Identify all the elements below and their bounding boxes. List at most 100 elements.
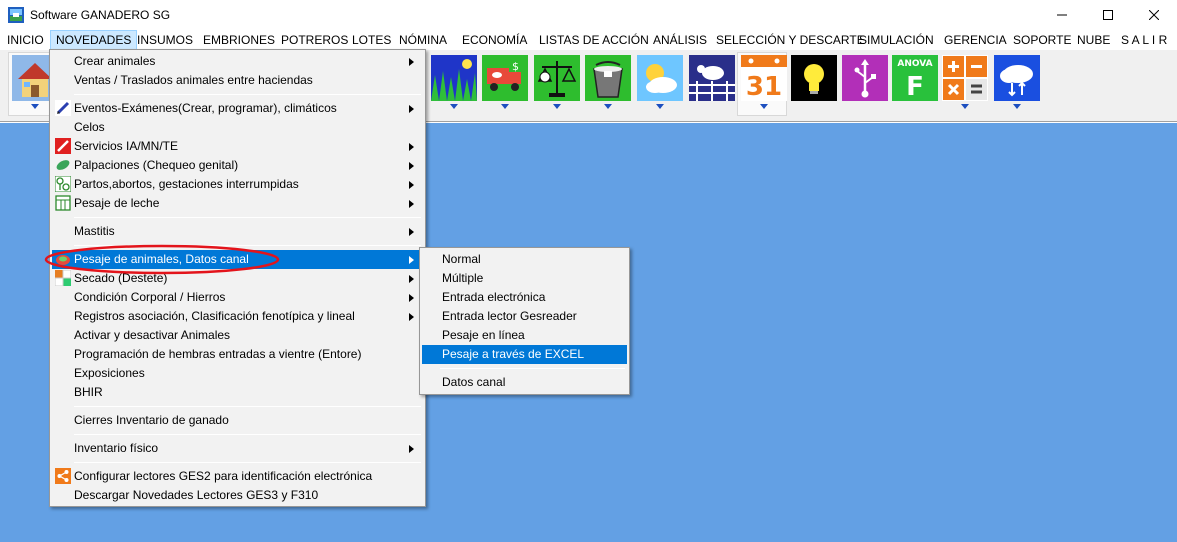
cow-scale-dropdown-arrow[interactable] (553, 104, 561, 110)
menu-economia[interactable]: ECONOMÍA (456, 30, 533, 50)
chevron-right-icon (409, 445, 414, 453)
menu-nomina[interactable]: NÓMINA (393, 30, 453, 50)
menu-item-activar-desactivar[interactable]: Activar y desactivar Animales (52, 326, 423, 345)
gender-symbols-icon (55, 176, 71, 192)
menu-inicio[interactable]: INICIO (1, 30, 50, 50)
chevron-right-icon (409, 275, 414, 283)
menu-item-programacion-hembras[interactable]: Programación de hembras entradas a vient… (52, 345, 423, 364)
menu-item-mastitis[interactable]: Mastitis (52, 222, 423, 241)
chevron-down-icon (553, 104, 561, 109)
syringe-icon (55, 138, 71, 154)
scale-weight-icon (56, 255, 70, 265)
submenu-item-multiple[interactable]: Múltiple (422, 269, 627, 288)
menu-item-condicion-corporal[interactable]: Condición Corporal / Hierros (52, 288, 423, 307)
calendar-button[interactable]: 31 (741, 55, 787, 101)
menu-listas-de-accion[interactable]: LISTAS DE ACCIÓN (533, 30, 655, 50)
menu-soporte[interactable]: SOPORTE (1007, 30, 1077, 50)
menu-bar: INICIO NOVEDADES INSUMOS EMBRIONES POTRE… (0, 30, 1177, 50)
usb-icon (842, 55, 888, 101)
house-dropdown-arrow[interactable] (31, 104, 39, 110)
weather-button[interactable] (637, 55, 683, 101)
menu-item-palpaciones[interactable]: Palpaciones (Chequeo genital) (52, 156, 423, 175)
menu-nube[interactable]: NUBE (1071, 30, 1116, 50)
chevron-right-icon (409, 200, 414, 208)
milk-table-icon (55, 195, 71, 211)
lightbulb-icon (791, 55, 837, 101)
chevron-down-icon (501, 104, 509, 109)
menu-item-configurar-lectores[interactable]: Configurar lectores GES2 para identifica… (52, 467, 423, 486)
menu-item-pesaje-leche[interactable]: Pesaje de leche (52, 194, 423, 213)
submenu-item-entrada-lector-gesreader[interactable]: Entrada lector Gesreader (422, 307, 627, 326)
menu-item-cierres-inventario[interactable]: Cierres Inventario de ganado (52, 411, 423, 430)
truck-money-button[interactable]: $ (482, 55, 528, 101)
menu-item-ventas-traslados[interactable]: Ventas / Traslados animales entre hacien… (52, 71, 423, 90)
grass-field-icon (431, 55, 477, 101)
weather-icon (637, 55, 683, 101)
menu-novedades[interactable]: NOVEDADES (50, 30, 138, 50)
menu-item-bhir[interactable]: BHIR (52, 383, 423, 402)
calculator-dropdown-arrow[interactable] (961, 104, 969, 110)
maximize-button[interactable] (1085, 0, 1131, 30)
submenu-item-entrada-electronica[interactable]: Entrada electrónica (422, 288, 627, 307)
menu-embriones[interactable]: EMBRIONES (197, 30, 281, 50)
pen-icon (55, 100, 71, 116)
chevron-down-icon (450, 104, 458, 109)
maximize-icon (1103, 10, 1113, 20)
weather-dropdown-arrow[interactable] (656, 104, 664, 110)
menu-seleccion-y-descarte[interactable]: SELECCIÓN Y DESCARTE (710, 30, 871, 50)
chevron-down-icon (656, 104, 664, 109)
cloud-sync-icon (994, 55, 1040, 101)
cow-pen-button[interactable] (689, 55, 735, 101)
menu-insumos[interactable]: INSUMOS (131, 30, 199, 50)
chevron-right-icon (409, 143, 414, 151)
anova-icon: ANOVA F (892, 55, 938, 101)
chevron-right-icon (409, 294, 414, 302)
grass-field-button[interactable] (431, 55, 477, 101)
menu-item-celos[interactable]: Celos (52, 118, 423, 137)
novedades-dropdown-menu: Crear animales Ventas / Traslados animal… (49, 49, 426, 507)
milk-bucket-button[interactable] (585, 55, 631, 101)
menu-item-partos-abortos[interactable]: Partos,abortos, gestaciones interrumpida… (52, 175, 423, 194)
menu-item-registros-asociacion[interactable]: Registros asociación, Clasificación feno… (52, 307, 423, 326)
menu-item-inventario-fisico[interactable]: Inventario físico (52, 439, 423, 458)
secado-destete-icon (55, 270, 71, 286)
menu-item-servicios[interactable]: Servicios IA/MN/TE (52, 137, 423, 156)
calendar-icon: 31 (741, 55, 787, 101)
svg-text:31: 31 (746, 72, 782, 101)
menu-gerencia[interactable]: GERENCIA (938, 30, 1013, 50)
anova-button[interactable]: ANOVA F (892, 55, 938, 101)
menu-item-descargar-novedades[interactable]: Descargar Novedades Lectores GES3 y F310 (52, 486, 423, 505)
menu-item-crear-animales[interactable]: Crear animales (52, 52, 423, 71)
minimize-icon (1057, 14, 1067, 16)
usb-button[interactable] (842, 55, 888, 101)
lightbulb-button[interactable] (791, 55, 837, 101)
calendar-dropdown-arrow[interactable] (760, 104, 768, 110)
menu-potreros[interactable]: POTREROS (275, 30, 354, 50)
cow-scale-button[interactable] (534, 55, 580, 101)
menu-salir[interactable]: S A L I R (1115, 30, 1173, 50)
submenu-item-pesaje-en-linea[interactable]: Pesaje en línea (422, 326, 627, 345)
calculator-button[interactable] (942, 55, 988, 101)
menu-simulacion[interactable]: SIMULACIÓN (853, 30, 940, 50)
cloud-sync-button[interactable] (994, 55, 1040, 101)
submenu-item-normal[interactable]: Normal (422, 250, 627, 269)
menu-separator (440, 368, 625, 369)
menu-lotes[interactable]: LOTES (346, 30, 397, 50)
menu-analisis[interactable]: ANÁLISIS (647, 30, 713, 50)
milk-bucket-dropdown-arrow[interactable] (604, 104, 612, 110)
grass-field-dropdown-arrow[interactable] (450, 104, 458, 110)
chevron-right-icon (409, 181, 414, 189)
cloud-sync-dropdown-arrow[interactable] (1013, 104, 1021, 110)
truck-money-dropdown-arrow[interactable] (501, 104, 509, 110)
menu-item-eventos-examenes[interactable]: Eventos-Exámenes(Crear, programar), clim… (52, 99, 423, 118)
milk-bucket-icon (585, 55, 631, 101)
menu-item-exposiciones[interactable]: Exposiciones (52, 364, 423, 383)
close-button[interactable] (1131, 0, 1177, 30)
minimize-button[interactable] (1039, 0, 1085, 30)
submenu-item-datos-canal[interactable]: Datos canal (422, 373, 627, 392)
chevron-right-icon (409, 228, 414, 236)
menu-item-pesaje-animales[interactable]: Pesaje de animales, Datos canal (52, 250, 423, 269)
calculator-icon (942, 55, 988, 101)
submenu-item-pesaje-excel[interactable]: Pesaje a través de EXCEL (422, 345, 627, 364)
menu-item-secado[interactable]: Secado (Destete) (52, 269, 423, 288)
